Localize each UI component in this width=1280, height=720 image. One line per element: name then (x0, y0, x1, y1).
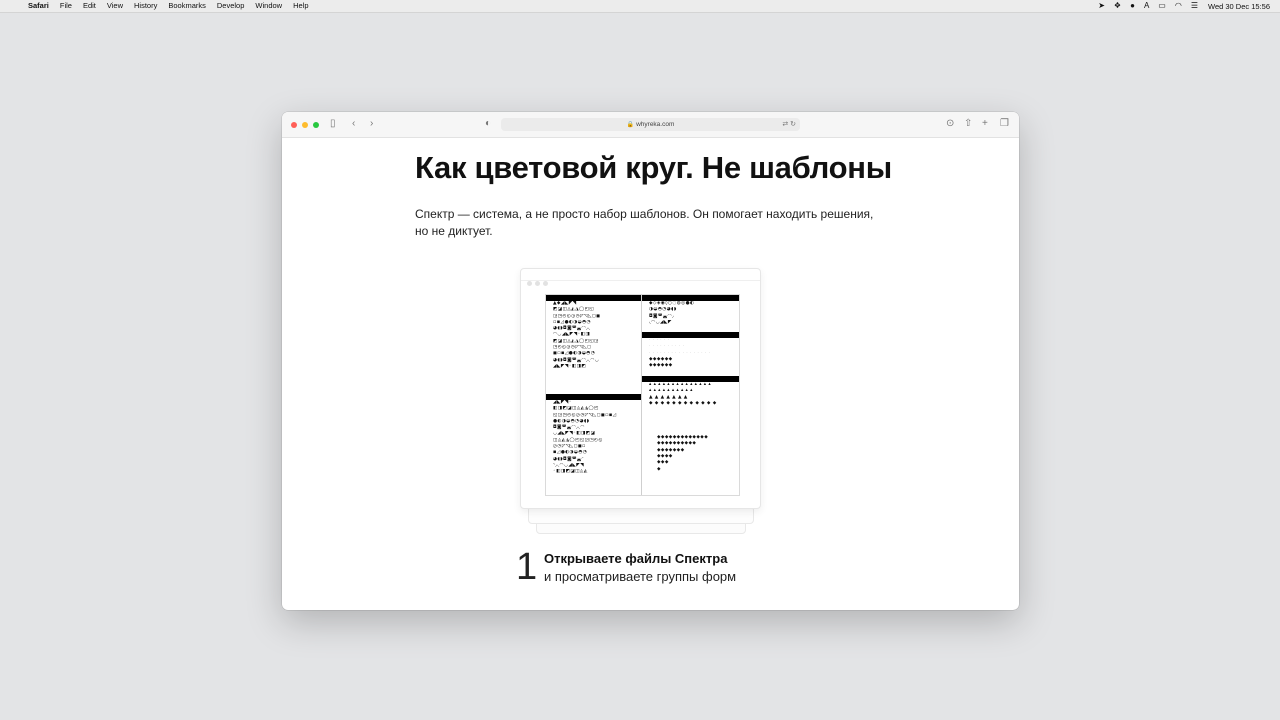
translate-reload-icons[interactable]: ⇄ ↻ (782, 118, 796, 131)
glyph-panel-3: · · · · · · · · · · · · · · · · · · · · · … (642, 332, 739, 375)
menu-bookmarks[interactable]: Bookmarks (168, 0, 206, 12)
lead-paragraph: Спектр — система, а не просто набор шабл… (415, 206, 875, 240)
back-icon[interactable]: ‹ (352, 118, 355, 130)
menu-develop[interactable]: Develop (217, 0, 245, 12)
menu-window[interactable]: Window (255, 0, 282, 12)
glyph-row: ◟◠◡◢◣◤ (649, 319, 672, 325)
glyph-row: ◆ (657, 466, 661, 472)
glyph-row: ◦◧◨◩◪◫◬◭ (553, 469, 588, 475)
forward-icon[interactable]: › (370, 118, 373, 130)
sidebar-toggle-icon[interactable]: ▯ (330, 118, 336, 130)
privacy-shield-icon[interactable]: ◐ (485, 118, 491, 130)
page-title: Как цветовой круг. Не шаблоны (415, 150, 892, 185)
menu-help[interactable]: Help (293, 0, 308, 12)
browser-window: ▯ ‹ › ◐ 🔒 whyreka.com ⇄ ↻ ⊙ ⇧ + ❐ Как цве… (282, 112, 1019, 610)
step-subtitle: и просматриваете группы форм (544, 569, 737, 584)
text-icon[interactable]: A (1144, 0, 1149, 12)
menu-app-safari[interactable]: Safari (28, 0, 49, 12)
illustration-window-dots (527, 273, 551, 291)
glyph-panel-1: ▲◆◢◣◤◥ ◩◪◫◬◭◮◯◰◱ ◲◳◴◵◶◷◸◹◺◻◼ ◽◾◿●◐◑◒◓◔ ◕◖◗◘◙… (546, 295, 641, 393)
glyph-panel-5: ◢◣◤◥◦ ◧◨◩◪◫◬◭◮◯◰ ◱◲◳◴◵◶◷◸◹◺◻◼◽◾◿ ●◐◑◒◓◔◕◖◗ ◘… (546, 394, 641, 495)
lock-icon: 🔒 (626, 122, 635, 128)
glyph-row: ◢◣◤◥◦◧◨◩ (553, 363, 587, 369)
menu-view[interactable]: View (107, 0, 123, 12)
wifi-icon[interactable]: ◠ (1175, 0, 1182, 12)
menu-file[interactable]: File (60, 0, 72, 12)
share-icon[interactable]: ⇧ (964, 118, 972, 130)
lead-line-2: но не диктует. (415, 224, 493, 238)
address-bar[interactable]: 🔒 whyreka.com ⇄ ↻ (501, 118, 800, 131)
glyph-row: ◆◆◆◆◆◆ (649, 363, 673, 369)
menu-edit[interactable]: Edit (83, 0, 96, 12)
step-number: 1 (516, 546, 538, 588)
illustration-document: ▲◆◢◣◤◥ ◩◪◫◬◭◮◯◰◱ ◲◳◴◵◶◷◸◹◺◻◼ ◽◾◿●◐◑◒◓◔ ◕◖◗◘◙… (545, 294, 740, 496)
browser-toolbar: ▯ ‹ › ◐ 🔒 whyreka.com ⇄ ↻ ⊙ ⇧ + ❐ (282, 112, 1019, 138)
notification-icon[interactable]: ● (1130, 0, 1135, 12)
tab-overview-icon[interactable]: ❐ (1000, 118, 1009, 130)
zoom-window-button[interactable] (313, 122, 319, 128)
status-area: ➤ ❖ ● A ▭ ◠ ☰ Wed 30 Dec 15:56 (1089, 0, 1270, 12)
new-tab-icon[interactable]: + (982, 118, 988, 130)
dropbox-icon[interactable]: ❖ (1114, 0, 1121, 12)
lead-line-1: Спектр — система, а не просто набор шабл… (415, 207, 874, 221)
menu-bar: Safari File Edit View History Bookmarks … (0, 0, 1280, 13)
step-title: Открываете файлы Спектра (544, 551, 728, 566)
battery-icon[interactable]: ▭ (1158, 0, 1166, 12)
glyph-row: ◆ ◆ ◆ ◆ ◆ ◆ ◆ ◆ ◆ ◆ ◆ ◆ (649, 400, 717, 406)
location-icon[interactable]: ➤ (1098, 0, 1105, 12)
close-window-button[interactable] (291, 122, 297, 128)
menu-history[interactable]: History (134, 0, 157, 12)
downloads-icon[interactable]: ⊙ (946, 118, 954, 130)
minimize-window-button[interactable] (302, 122, 308, 128)
glyph-panel-4: ▴ ▴ ▴ ▴ ▴ ▴ ▴ ▴ ▴ ▴ ▴ ▴ ▴ ▴ ▴ ▴ ▴ ▴ ▴ ▴ ▴… (642, 376, 739, 495)
control-center-icon[interactable]: ☰ (1191, 0, 1198, 12)
glyph-panel-2: ◆◇◈◉◊○◌◍◎●◐ ◑◒◓◔◕◖◗ ◘◙◚◛◜◝◞ ◟◠◡◢◣◤ (642, 295, 739, 331)
address-url: whyreka.com (636, 121, 675, 128)
menu-clock[interactable]: Wed 30 Dec 15:56 (1208, 2, 1270, 11)
illustration-window: ▲◆◢◣◤◥ ◩◪◫◬◭◮◯◰◱ ◲◳◴◵◶◷◸◹◺◻◼ ◽◾◿●◐◑◒◓◔ ◕◖◗◘◙… (520, 268, 761, 509)
